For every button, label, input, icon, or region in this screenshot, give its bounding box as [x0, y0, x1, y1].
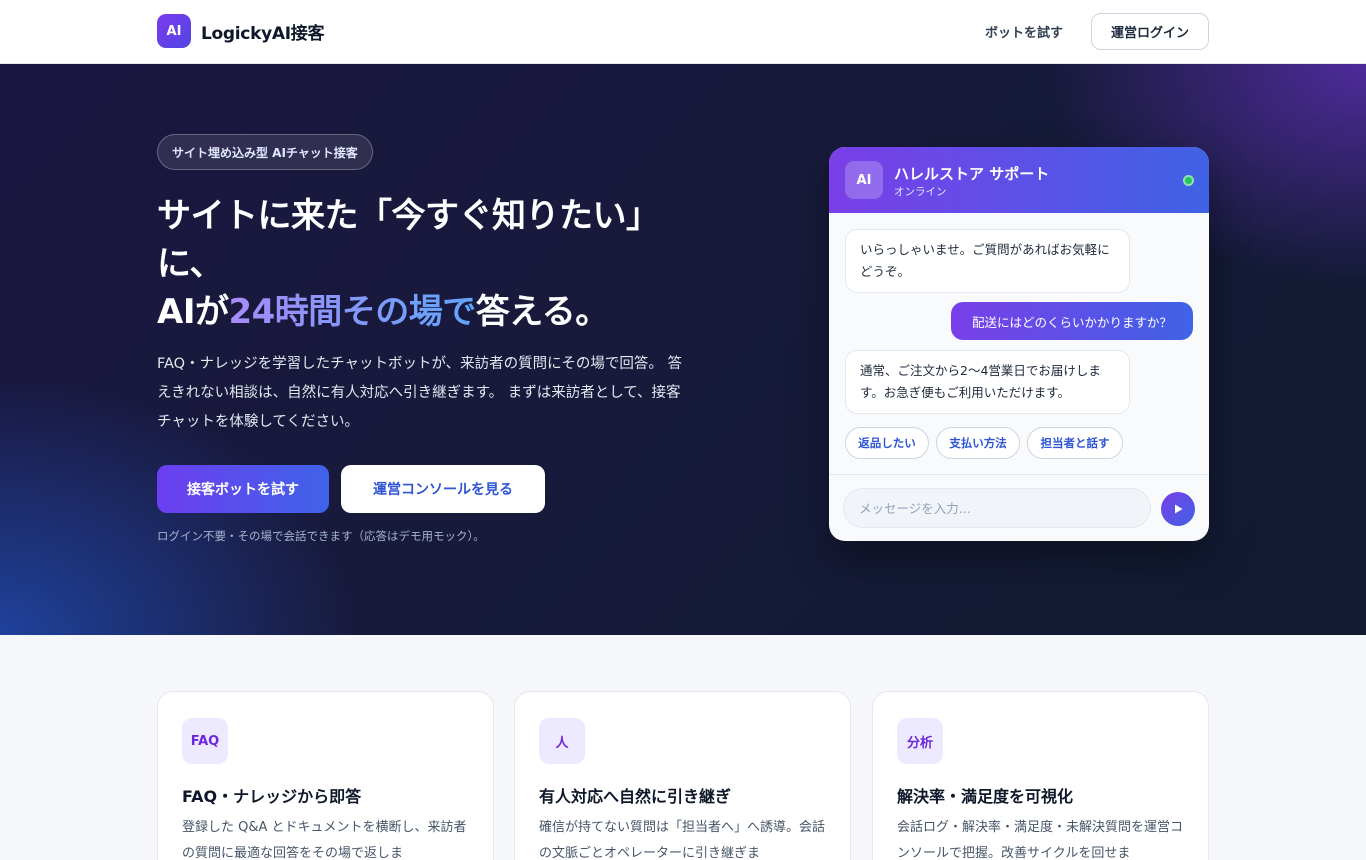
send-icon — [1175, 504, 1183, 514]
nav-try-bot-link[interactable]: ボットを試す — [985, 22, 1063, 41]
hero-note: ログイン不要・その場で会話できます（応答はデモ用モック）。 — [157, 529, 485, 543]
hero-headline: サイトに来た「今すぐ知りたい」 に、 AIが24時間その場で答える。 — [157, 192, 717, 336]
send-button[interactable] — [1161, 492, 1195, 526]
analytics-icon: 分析 — [897, 718, 943, 764]
top-navbar: AI LogickyAI接客 ボットを試す 運営ログイン — [0, 0, 1366, 64]
headline-line-2: に、 — [157, 244, 223, 284]
hero-section: サイト埋め込み型 AIチャット接客 サイトに来た「今すぐ知りたい」 に、 AIが… — [0, 64, 1366, 635]
headline-line-1: サイトに来た「今すぐ知りたい」 — [157, 196, 660, 236]
feature-title: 解決率・満足度を可視化 — [897, 787, 1074, 806]
feature-description: 登録した Q&A とドキュメントを横断し、来訪者の質問に最適な回答をその場で返し… — [182, 820, 467, 860]
feature-title: 有人対応へ自然に引き継ぎ — [539, 787, 732, 806]
headline-post: 答える。 — [475, 292, 609, 332]
operator-login-button[interactable]: 運営ログイン — [1091, 13, 1209, 50]
brand-logo-icon: AI — [157, 14, 191, 48]
headline-pre: AIが — [157, 292, 229, 332]
feature-description: 確信が持てない質問は「担当者へ」へ誘導。会話の文脈ごとオペレーターに引き継ぎま — [539, 820, 826, 860]
quick-reply-return[interactable]: 返品したい — [845, 427, 929, 459]
chat-message-input[interactable] — [843, 488, 1151, 528]
feature-card: 人 有人対応へ自然に引き継ぎ 確信が持てない質問は「担当者へ」へ誘導。会話の文脈… — [514, 691, 851, 860]
brand[interactable]: AI LogickyAI接客 — [157, 14, 324, 48]
user-message: 配送にはどのくらいかかりますか？ — [951, 302, 1193, 340]
quick-reply-agent[interactable]: 担当者と話す — [1027, 427, 1123, 459]
person-icon: 人 — [539, 718, 585, 764]
chat-divider — [829, 474, 1209, 475]
chat-widget: AI ハレルストア サポート オンライン いらっしゃいませ。ご質問があればお気軽… — [829, 147, 1209, 541]
chat-status: オンライン — [894, 186, 947, 198]
feature-description: 会話ログ・解決率・満足度・未解決質問を運営コンソールで把握。改善サイクルを回せま — [897, 820, 1184, 860]
quick-reply-payment[interactable]: 支払い方法 — [936, 427, 1020, 459]
online-status-icon — [1183, 175, 1194, 186]
try-bot-button[interactable]: 接客ボットを試す — [157, 465, 329, 513]
feature-card: FAQ FAQ・ナレッジから即答 登録した Q&A とドキュメントを横断し、来訪… — [157, 691, 494, 860]
feature-card: 分析 解決率・満足度を可視化 会話ログ・解決率・満足度・未解決質問を運営コンソー… — [872, 691, 1209, 860]
hero-badge: サイト埋め込み型 AIチャット接客 — [157, 134, 373, 170]
view-console-button[interactable]: 運営コンソールを見る — [341, 465, 545, 513]
chat-avatar-icon: AI — [845, 161, 883, 199]
headline-accent: 24時間その場で — [228, 292, 476, 332]
chat-title: ハレルストア サポート — [894, 165, 1050, 183]
faq-icon: FAQ — [182, 718, 228, 764]
bot-message: 通常、ご注文から2〜4営業日でお届けします。お急ぎ便もご利用いただけます。 — [845, 350, 1130, 414]
hero-description: FAQ・ナレッジを学習したチャットボットが、来訪者の質問にその場で回答。 答えき… — [157, 356, 682, 430]
brand-name: LogickyAI接客 — [201, 23, 325, 44]
feature-title: FAQ・ナレッジから即答 — [182, 787, 362, 806]
chat-header: AI ハレルストア サポート オンライン — [829, 147, 1209, 213]
bot-message: いらっしゃいませ。ご質問があればお気軽にどうぞ。 — [845, 229, 1130, 293]
